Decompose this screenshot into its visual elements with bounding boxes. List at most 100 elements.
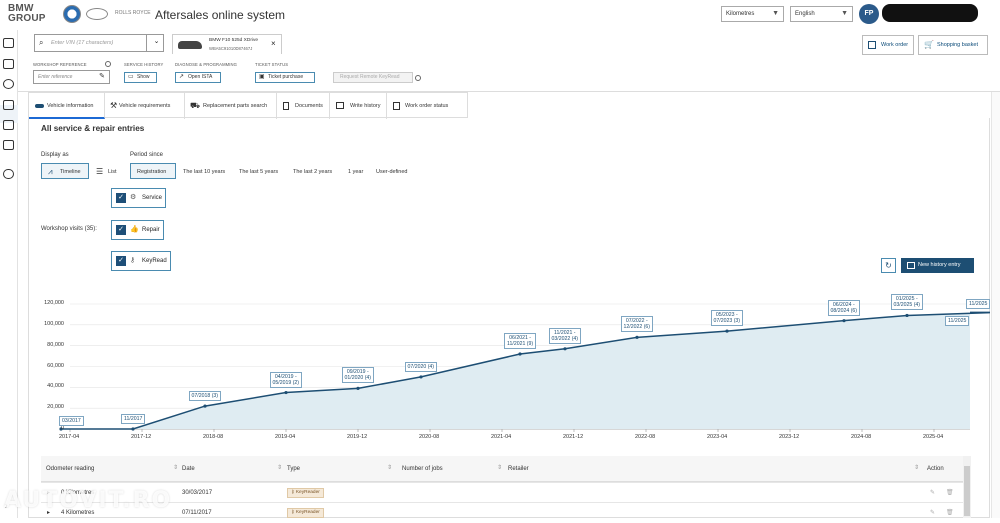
period-last-2-years[interactable]: The last 2 years xyxy=(286,163,340,179)
col-odometer[interactable]: Odometer reading xyxy=(46,456,94,482)
tab-work-order-status[interactable]: Work order status xyxy=(387,93,469,119)
tab-label: Replacement parts search xyxy=(203,103,268,109)
type-badge: ⚷ KeyReader xyxy=(287,508,324,518)
show-label: Show xyxy=(137,74,150,80)
period-user-defined[interactable]: User-defined xyxy=(369,163,416,179)
data-label[interactable]: 03/2017 xyxy=(59,416,84,426)
data-label[interactable]: 11/2025 xyxy=(945,316,970,327)
info-icon[interactable] xyxy=(415,75,421,81)
tab-documents[interactable]: Documents xyxy=(277,93,330,119)
work-order-button[interactable]: Work order xyxy=(862,35,914,55)
data-label[interactable]: 05/2023 - 07/2023 (3) xyxy=(710,310,744,327)
filter-keyread-label: KeyRead xyxy=(142,258,167,264)
vin-input[interactable]: ⌕ Enter VIN (17 characters) xyxy=(34,34,164,52)
filter-service[interactable]: ✓ ⚙ Service xyxy=(111,188,166,208)
chevron-down-icon: ▼ xyxy=(772,10,779,17)
data-point xyxy=(725,329,729,333)
watermark: AUTOVIT.RO xyxy=(4,488,173,513)
period-last-5-years[interactable]: The last 5 years xyxy=(232,163,286,179)
data-label[interactable]: 11/2025 xyxy=(966,299,991,310)
col-retailer[interactable]: Retailer xyxy=(508,456,529,482)
trash-icon[interactable]: 🗑 xyxy=(946,503,954,523)
display-list-toggle[interactable]: ☰ List xyxy=(90,163,122,179)
column-resize-handle[interactable]: ⇕ xyxy=(173,464,178,471)
data-label[interactable]: 11/2017 xyxy=(121,413,146,424)
open-ista-button[interactable]: ↗ Open ISTA xyxy=(175,72,221,83)
new-history-entry-label: New history entry xyxy=(918,262,961,268)
column-resize-handle[interactable]: ⇕ xyxy=(387,464,392,471)
new-history-entry-button[interactable]: New history entry xyxy=(901,258,974,273)
document-icon[interactable] xyxy=(3,140,14,150)
close-icon[interactable]: × xyxy=(271,39,276,48)
book-icon[interactable] xyxy=(3,100,14,110)
col-type[interactable]: Type xyxy=(287,456,300,482)
scrollbar-right[interactable] xyxy=(991,92,1000,518)
request-remote-keyread-button[interactable]: Request Remote KeyRead xyxy=(333,72,413,83)
table-row[interactable]: ▸ 4 Kilometres 07/11/2017 ⚷ KeyReader ✎ … xyxy=(41,502,963,522)
shopping-basket-button[interactable]: 🛒 Shopping basket xyxy=(918,35,988,55)
workshop-reference-input[interactable]: Enter reference ✎ xyxy=(33,70,110,84)
refresh-button[interactable]: ↻ xyxy=(881,258,896,273)
data-label[interactable]: 09/2019 - 01/2020 (4) xyxy=(341,367,375,384)
period-1-year[interactable]: 1 year xyxy=(341,163,369,179)
table-scrollbar-thumb[interactable] xyxy=(964,466,970,516)
mini-logo-icon xyxy=(86,8,108,20)
edit-icon[interactable]: ✎ xyxy=(930,483,935,503)
search-icon: ⌕ xyxy=(39,38,44,47)
language-select[interactable]: English ▼ xyxy=(790,6,853,22)
trash-icon[interactable]: 🗑 xyxy=(946,483,954,503)
external-link-icon: ↗ xyxy=(179,74,185,80)
col-date[interactable]: Date xyxy=(182,456,195,482)
period-registration[interactable]: Registration xyxy=(130,163,176,179)
history-icon xyxy=(336,102,344,109)
search-icon[interactable] xyxy=(3,79,14,89)
column-resize-handle[interactable]: ⇕ xyxy=(497,464,502,471)
data-point xyxy=(284,390,288,395)
data-point xyxy=(131,427,135,431)
shopping-basket-label: Shopping basket xyxy=(937,42,978,48)
data-label[interactable]: 11/2021 - 03/2022 (4) xyxy=(548,327,582,344)
data-label[interactable]: 07/2022 - 12/2022 (6) xyxy=(620,316,654,333)
tab-write-history[interactable]: Write history xyxy=(330,93,387,119)
page-title: Aftersales online system xyxy=(155,8,286,22)
period-last-10-years[interactable]: The last 10 years xyxy=(176,163,231,179)
data-label[interactable]: 07/2018 (3) xyxy=(188,391,222,402)
data-label[interactable]: 06/2021 - 11/2021 (9) xyxy=(504,333,537,349)
tab-vehicle-information[interactable]: Vehicle information xyxy=(29,93,105,119)
col-number-of-jobs[interactable]: Number of jobs xyxy=(402,456,443,482)
diagnose-programming-label: DIAGNOSE & PROGRAMMING xyxy=(175,62,237,67)
unit-select[interactable]: Kilometres ▼ xyxy=(721,6,784,22)
info-icon[interactable] xyxy=(105,61,111,67)
edit-icon[interactable]: ✎ xyxy=(930,503,935,523)
filter-keyread[interactable]: ✓ ⚷ KeyRead xyxy=(111,251,171,271)
filter-repair[interactable]: ✓ 👍 Repair xyxy=(111,220,164,240)
tab-replacement-parts-search[interactable]: ⛟ Replacement parts search xyxy=(185,93,277,119)
y-tick-label: 100,000 xyxy=(44,320,64,327)
vehicle-name: BMW F10 525d XDrive xyxy=(209,38,259,43)
type-badge: ⚷ KeyReader xyxy=(287,488,324,498)
data-label[interactable]: 04/2019 - 05/2019 (2) xyxy=(269,371,303,388)
home-icon[interactable] xyxy=(3,38,14,48)
cloud-icon[interactable] xyxy=(3,169,14,179)
vin-dropdown-button[interactable]: ⌄ xyxy=(146,34,166,52)
bmw-group-logo: BMW GROUP xyxy=(8,3,46,24)
vehicle-tab[interactable]: BMW F10 525d XDrive WBA5C91010D87467J × xyxy=(172,34,282,54)
y-tick-label: 80,000 xyxy=(47,341,64,348)
table-row[interactable]: ▸ 0 Kilometres 30/03/2017 ⚷ KeyReader ✎ … xyxy=(41,482,963,502)
data-label[interactable]: 01/2025 - 03/2025 (4) xyxy=(890,294,924,311)
data-label[interactable]: 06/2024 - 08/2024 (6) xyxy=(827,299,861,316)
column-resize-handle[interactable]: ⇕ xyxy=(277,464,282,471)
apps-grid-icon[interactable] xyxy=(3,59,14,69)
display-as-label: Display as xyxy=(41,152,69,158)
table-scrollbar[interactable] xyxy=(963,456,971,518)
x-tick-label: 2025-04 xyxy=(923,434,944,440)
display-timeline-toggle[interactable]: ⩘ Timeline xyxy=(41,163,89,179)
document-icon xyxy=(283,102,289,110)
show-button[interactable]: ▭ Show xyxy=(124,72,157,83)
tab-vehicle-requirements[interactable]: ⚒ Vehicle requirements xyxy=(105,93,185,119)
avatar[interactable]: FP xyxy=(859,4,879,24)
data-label[interactable]: 07/2020 (4) xyxy=(404,361,438,372)
column-resize-handle[interactable]: ⇕ xyxy=(914,464,919,471)
ticket-purchase-button[interactable]: ▣ Ticket purchase xyxy=(255,72,315,83)
chat-icon[interactable] xyxy=(3,120,14,130)
